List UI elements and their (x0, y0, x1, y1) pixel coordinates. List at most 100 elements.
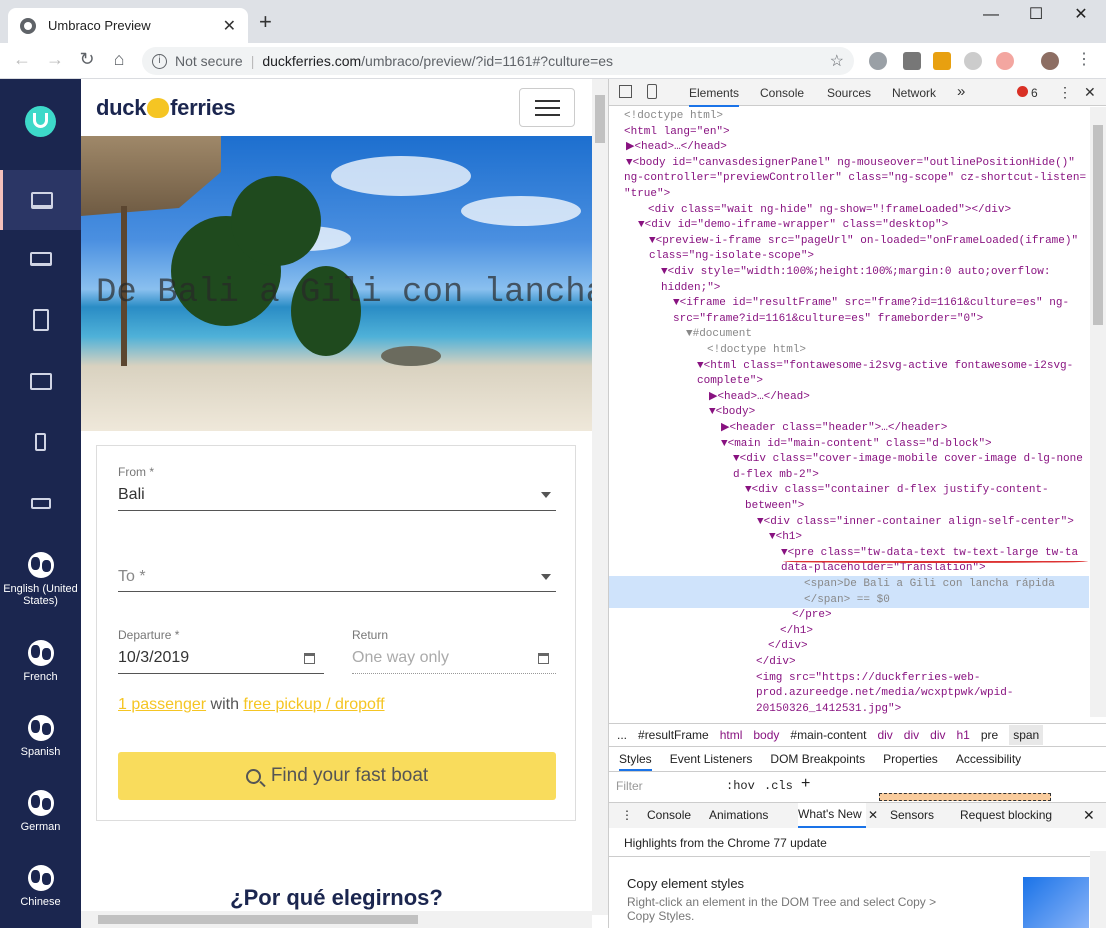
bookmark-star-icon[interactable]: ☆ (830, 51, 844, 71)
browser-menu-icon[interactable]: ⋮ (1072, 49, 1096, 69)
dom-node-line[interactable]: ▼<div class="cover-image-mobile cover-im… (609, 451, 1089, 467)
dom-node-line[interactable]: ng-controller="previewController" class=… (609, 170, 1089, 186)
tab-sources[interactable]: Sources (827, 86, 871, 100)
dom-node-line[interactable]: ▼<h1> (609, 529, 1089, 545)
dom-node-line[interactable]: complete"> (609, 373, 1089, 389)
dom-node-line[interactable]: data-placeholder="Translation"> (609, 560, 1089, 576)
breadcrumb-item[interactable]: h1 (956, 728, 969, 742)
breadcrumb-item[interactable]: div (904, 728, 919, 742)
breadcrumb-item[interactable]: ... (617, 728, 627, 742)
language-spanish[interactable]: Spanish (0, 715, 81, 758)
breadcrumb-item[interactable]: div (877, 728, 892, 742)
dom-node-line[interactable]: ▼<preview-i-frame src="pageUrl" on-loade… (609, 233, 1089, 249)
error-count[interactable]: 6 (1031, 86, 1038, 100)
tablet-portrait-button[interactable] (0, 290, 81, 350)
dom-node-line[interactable]: <span>De Bali a Gili con lancha rápida (609, 576, 1089, 592)
departure-input[interactable]: 10/3/2019 (118, 649, 189, 667)
dom-tree-scrollbar[interactable] (1090, 107, 1106, 717)
breadcrumb-item[interactable]: span (1009, 725, 1044, 745)
dom-node-line[interactable]: </div> (609, 638, 1089, 654)
breadcrumb-item[interactable]: #resultFrame (638, 728, 709, 742)
calendar-icon[interactable] (304, 653, 315, 664)
drawer-close-icon[interactable]: ✕ (1083, 803, 1095, 828)
find-boat-button[interactable]: Find your fast boat (118, 752, 556, 800)
extension-icon[interactable] (964, 52, 982, 70)
tablet-landscape-button[interactable] (0, 351, 81, 411)
styles-subtab[interactable]: Event Listeners (670, 752, 753, 766)
laptop-device-button[interactable] (0, 229, 81, 289)
drawer-tab-console[interactable]: Console (647, 803, 691, 828)
record-extension-icon[interactable] (996, 52, 1014, 70)
chevron-down-icon[interactable] (541, 492, 551, 498)
dom-node-line[interactable]: ▼<div class="inner-container align-self-… (609, 514, 1089, 530)
tab-close-icon[interactable]: ✕ (223, 16, 236, 36)
dom-node-line[interactable]: ▼<div id="demo-iframe-wrapper" class="de… (609, 217, 1089, 233)
dom-node-line[interactable]: prod.azureedge.net/media/wcxptpwk/wpid- (609, 685, 1089, 701)
new-tab-button[interactable]: + (259, 11, 272, 33)
drawer-menu-icon[interactable]: ⋮ (621, 803, 633, 828)
passenger-link[interactable]: 1 passenger (118, 696, 206, 713)
dom-node-line[interactable]: <!doctype html> (609, 342, 1089, 358)
new-style-rule-button[interactable]: + (801, 775, 810, 793)
breadcrumb-item[interactable]: html (720, 728, 743, 742)
language-english[interactable]: English (United States) (0, 552, 81, 607)
tab-elements[interactable]: Elements (689, 86, 740, 107)
dom-node-line[interactable]: </div> (609, 654, 1089, 670)
dom-node-line[interactable]: </span> == $0 (609, 591, 1089, 608)
dom-node-line[interactable]: <img src="https://duckferries-web- (609, 670, 1089, 686)
inspect-element-icon[interactable] (619, 85, 632, 98)
dom-tree[interactable]: <!doctype html> <html lang="en"> ▶<head>…<… (609, 107, 1089, 717)
breadcrumb-item[interactable]: pre (981, 728, 998, 742)
dom-node-line[interactable]: between"> (609, 498, 1089, 514)
desktop-device-button[interactable] (0, 170, 81, 230)
dom-node-line[interactable]: <div class="wait ng-hide" ng-show="!fram… (609, 202, 1089, 218)
styles-filter-input[interactable]: Filter (616, 779, 643, 793)
styles-subtab[interactable]: Properties (883, 752, 938, 766)
drawer-tab-whats-new[interactable]: What's New (798, 803, 866, 828)
chevron-down-icon[interactable] (541, 574, 551, 580)
page-horizontal-scrollbar[interactable] (81, 911, 592, 928)
tab-console[interactable]: Console (760, 86, 804, 100)
home-button[interactable]: ⌂ (107, 49, 131, 70)
dom-node-line[interactable]: </pre> (609, 607, 1089, 623)
dom-node-line[interactable]: 20150326_1412531.jpg"> (609, 701, 1089, 717)
hov-toggle[interactable]: :hov (726, 779, 755, 793)
devtools-close-icon[interactable]: ✕ (1084, 84, 1096, 101)
tool-extension-icon[interactable] (903, 52, 921, 70)
pickup-link[interactable]: free pickup / dropoff (243, 696, 384, 713)
adblock-extension-icon[interactable] (869, 52, 887, 70)
page-vertical-scrollbar[interactable] (592, 79, 608, 915)
dom-node-line[interactable]: ▶<head>…</head> (609, 389, 1089, 405)
return-input[interactable]: One way only (352, 649, 449, 667)
dom-node-line[interactable]: hidden;"> (609, 280, 1089, 296)
dom-node-line[interactable]: ▼<body> (609, 404, 1089, 420)
language-german[interactable]: German (0, 790, 81, 833)
k-extension-icon[interactable] (933, 52, 951, 70)
address-bar[interactable]: i Not secure | duckferries.com /umbraco/… (142, 47, 854, 75)
forward-button[interactable]: → (43, 49, 67, 70)
cls-toggle[interactable]: .cls (764, 779, 793, 793)
dom-node-line[interactable]: ▼<iframe id="resultFrame" src="frame?id=… (609, 295, 1089, 311)
whats-new-item-title[interactable]: Copy element styles (627, 876, 744, 891)
more-tabs-button[interactable]: » (957, 83, 965, 100)
dom-node-line[interactable]: ▼<pre class="tw-data-text tw-text-large … (609, 545, 1089, 561)
dom-node-line[interactable]: ▼<div style="width:100%;height:100%;marg… (609, 264, 1089, 280)
breadcrumb-item[interactable]: body (753, 728, 779, 742)
dom-node-line[interactable]: ▶<header class="header">…</header> (609, 420, 1089, 436)
phone-landscape-button[interactable] (0, 473, 81, 533)
info-icon[interactable]: i (152, 53, 167, 69)
dom-node-line[interactable]: class="ng-isolate-scope"> (609, 248, 1089, 264)
language-chinese[interactable]: Chinese (0, 865, 81, 908)
devtools-menu-icon[interactable]: ⋮ (1058, 84, 1072, 101)
dom-node-line[interactable]: d-flex mb-2"> (609, 467, 1089, 483)
dom-node-line[interactable]: ▼<div class="container d-flex justify-co… (609, 482, 1089, 498)
phone-portrait-button[interactable] (0, 412, 81, 472)
error-icon[interactable] (1017, 86, 1028, 97)
dom-node-line[interactable]: <!doctype html> (609, 108, 1089, 124)
dom-node-line[interactable]: ▼<main id="main-content" class="d-block"… (609, 436, 1089, 452)
hamburger-menu-button[interactable] (519, 88, 575, 127)
styles-subtab[interactable]: Styles (619, 752, 652, 771)
whats-new-scrollbar[interactable] (1090, 851, 1106, 928)
dom-node-line[interactable]: "true"> (609, 186, 1089, 202)
styles-subtab[interactable]: Accessibility (956, 752, 1021, 766)
